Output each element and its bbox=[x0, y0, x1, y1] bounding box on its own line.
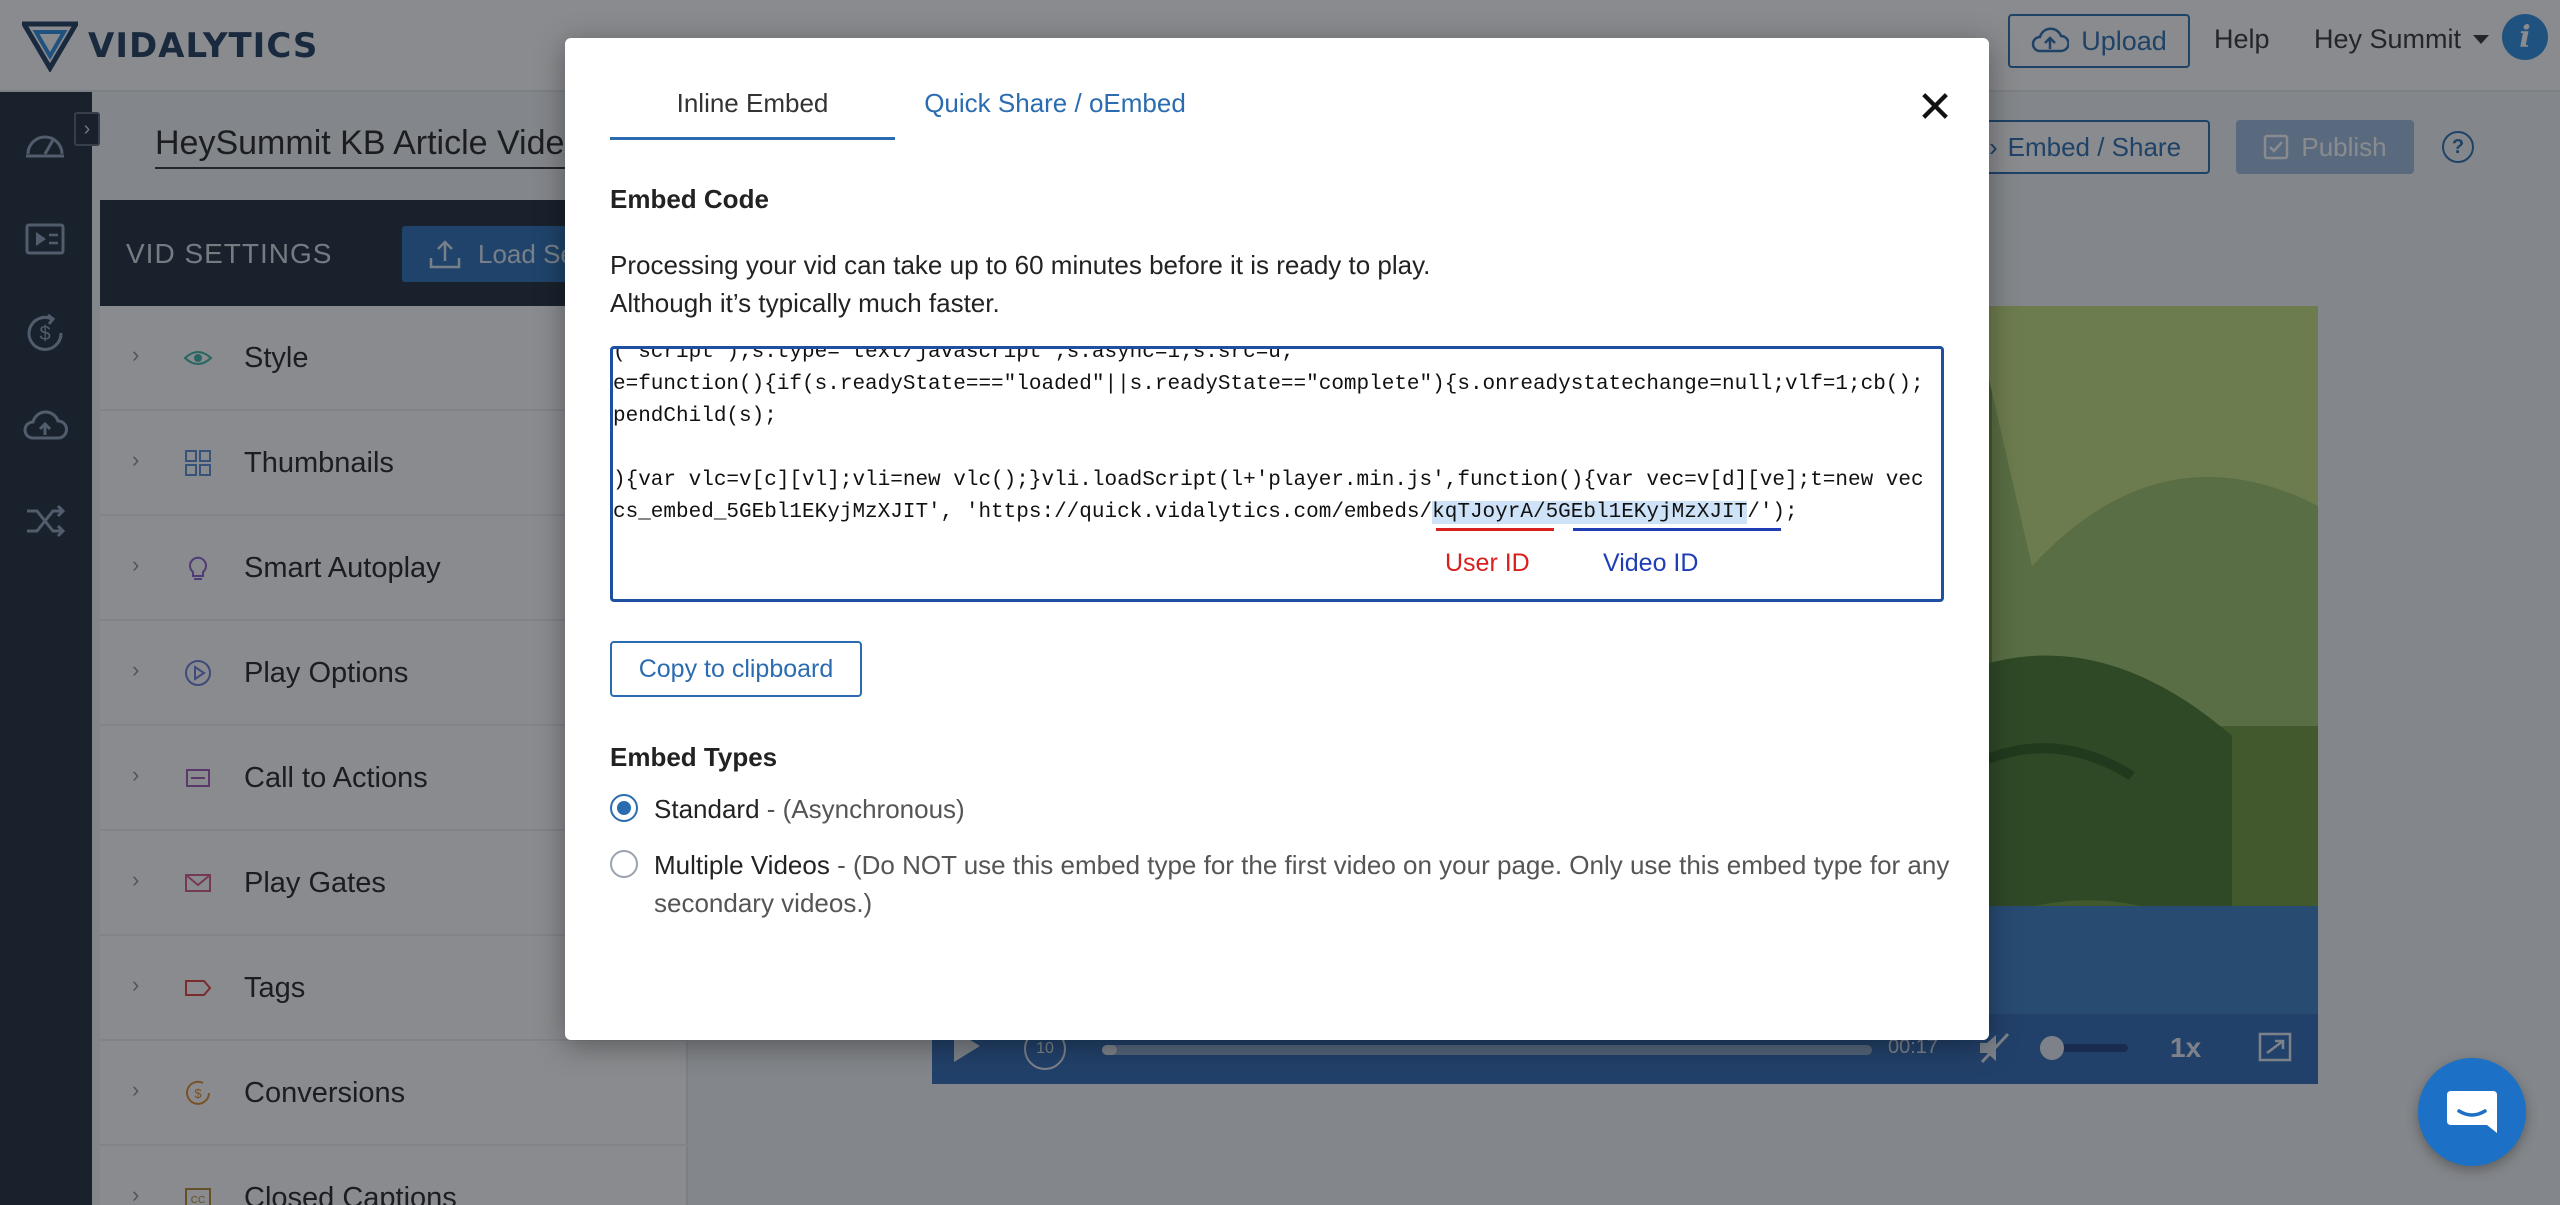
code-tail: /'); bbox=[1747, 501, 1798, 524]
code-url-prefix: cs_embed_5GEbl1EKyjMzXJIT', 'https://qui… bbox=[613, 501, 1433, 524]
code-user-id: kqTJoyrA bbox=[1432, 501, 1533, 524]
embed-code-box[interactable]: ('script');s.type='text/javascript';s.as… bbox=[610, 346, 1944, 602]
code-line: ('script');s.type='text/javascript';s.as… bbox=[613, 346, 1294, 364]
tab-inline-embed[interactable]: Inline Embed bbox=[610, 80, 895, 140]
embed-types-title: Embed Types bbox=[610, 742, 778, 772]
embed-type-label: Multiple Videos bbox=[654, 850, 830, 880]
code-line: e=function(){if(s.readyState==="loaded"|… bbox=[613, 373, 1924, 396]
embed-type-text: Standard - (Asynchronous) bbox=[654, 790, 1944, 828]
code-line: ){var vlc=v[c][vl];vli=new vlc();}vli.lo… bbox=[613, 469, 1924, 492]
code-line: pendChild(s); bbox=[613, 405, 777, 428]
embed-modal: Inline Embed Quick Share / oEmbed ✕ Embe… bbox=[565, 38, 1989, 1040]
radio-standard[interactable] bbox=[610, 794, 638, 822]
user-id-underline bbox=[1436, 528, 1554, 531]
chat-launcher-button[interactable] bbox=[2418, 1058, 2526, 1166]
embed-tabs: Inline Embed Quick Share / oEmbed bbox=[610, 80, 1215, 140]
description-line: Although it’s typically much faster. bbox=[610, 288, 1000, 318]
close-icon[interactable]: ✕ bbox=[1915, 86, 1955, 130]
chat-icon bbox=[2447, 1091, 2497, 1133]
copy-to-clipboard-button[interactable]: Copy to clipboard bbox=[610, 641, 862, 697]
embed-type-label: Standard bbox=[654, 794, 760, 824]
embed-type-multiple[interactable]: Multiple Videos - (Do NOT use this embed… bbox=[610, 846, 1954, 922]
user-id-label: User ID bbox=[1445, 549, 1530, 577]
video-id-label: Video ID bbox=[1603, 549, 1699, 577]
code-separator: / bbox=[1532, 501, 1546, 524]
radio-multiple-videos[interactable] bbox=[610, 850, 638, 878]
embed-type-desc: - (Asynchronous) bbox=[759, 794, 965, 824]
embed-type-standard[interactable]: Standard - (Asynchronous) bbox=[610, 790, 1944, 828]
code-video-id: 5GEbl1EKyjMzXJIT bbox=[1545, 501, 1748, 524]
embed-code-title: Embed Code bbox=[610, 184, 769, 214]
video-id-underline bbox=[1573, 528, 1781, 531]
processing-description: Processing your vid can take up to 60 mi… bbox=[610, 246, 1430, 322]
embed-type-desc: - (Do NOT use this embed type for the fi… bbox=[654, 850, 1950, 918]
description-line: Processing your vid can take up to 60 mi… bbox=[610, 250, 1431, 280]
tab-quick-share[interactable]: Quick Share / oEmbed bbox=[895, 80, 1215, 140]
embed-type-text: Multiple Videos - (Do NOT use this embed… bbox=[654, 846, 1954, 922]
code-line-embed-url: cs_embed_5GEbl1EKyjMzXJIT', 'https://qui… bbox=[613, 501, 1798, 524]
